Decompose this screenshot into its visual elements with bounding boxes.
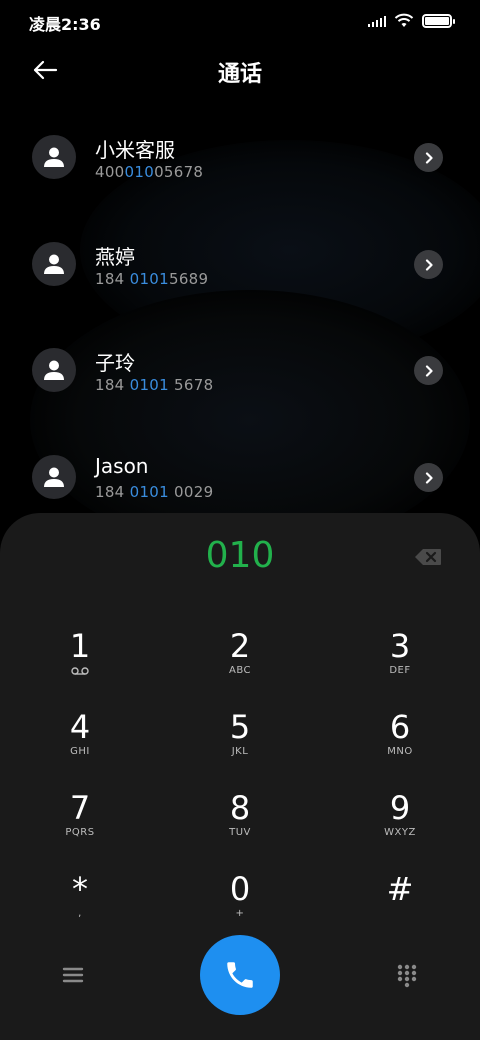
status-icons — [368, 13, 455, 28]
keypad-icon[interactable] — [396, 963, 418, 989]
chevron-right-icon — [425, 151, 433, 164]
phone-icon — [227, 962, 253, 988]
contact-number: 184 01015689 — [95, 270, 209, 288]
wifi-icon — [394, 13, 414, 27]
person-icon — [44, 254, 64, 274]
page-title: 通话 — [217, 62, 262, 87]
dialpad-panel: 010 1 2 ABC 3 DEF 4 GHI 5 JKL 6 MNO 7 PQ… — [0, 513, 480, 1040]
avatar — [32, 135, 76, 179]
dial-key-8[interactable]: 8 TUV — [180, 790, 300, 854]
avatar — [32, 242, 76, 286]
backspace-icon[interactable] — [414, 548, 442, 566]
contact-name: Jason — [95, 454, 149, 478]
person-icon — [44, 360, 64, 380]
header: 通话 — [0, 48, 480, 92]
contact-detail-button[interactable] — [414, 250, 443, 279]
contact-detail-button[interactable] — [414, 463, 443, 492]
person-icon — [44, 467, 64, 487]
contact-number: 184 0101 5678 — [95, 376, 214, 394]
dial-key-3[interactable]: 3 DEF — [340, 628, 460, 692]
contact-item[interactable]: 小米客服 40001005678 — [0, 130, 480, 210]
dial-key-star[interactable]: * , — [20, 871, 140, 935]
dial-key-0[interactable]: 0 + — [180, 871, 300, 935]
contact-name: 小米客服 — [95, 138, 175, 162]
contact-name: 燕婷 — [95, 245, 135, 269]
dial-key-7[interactable]: 7 PQRS — [20, 790, 140, 854]
call-button[interactable] — [200, 935, 280, 1015]
dial-key-6[interactable]: 6 MNO — [340, 709, 460, 773]
dialed-number-display[interactable]: 010 — [0, 535, 480, 576]
status-time: 凌晨2:36 — [29, 15, 101, 34]
dial-key-5[interactable]: 5 JKL — [180, 709, 300, 773]
avatar — [32, 348, 76, 392]
contact-detail-button[interactable] — [414, 143, 443, 172]
dial-key-2[interactable]: 2 ABC — [180, 628, 300, 692]
chevron-right-icon — [425, 471, 433, 484]
menu-icon[interactable] — [60, 963, 86, 987]
status-bar: 凌晨2:36 — [0, 0, 480, 40]
chevron-right-icon — [425, 364, 433, 377]
person-icon — [44, 147, 64, 167]
contact-name: 子玲 — [95, 351, 135, 375]
contact-item[interactable]: 子玲 184 0101 5678 — [0, 343, 480, 423]
dialpad-bottom-bar — [0, 935, 480, 1019]
dial-key-4[interactable]: 4 GHI — [20, 709, 140, 773]
signal-icon — [368, 15, 386, 27]
dial-key-hash[interactable]: # — [340, 871, 460, 935]
dial-key-1[interactable]: 1 — [20, 628, 140, 692]
voicemail-icon — [71, 667, 89, 675]
contact-number: 40001005678 — [95, 163, 204, 181]
chevron-right-icon — [425, 258, 433, 271]
battery-icon — [422, 13, 455, 28]
contact-number: 184 0101 0029 — [95, 483, 214, 501]
dial-key-9[interactable]: 9 WXYZ — [340, 790, 460, 854]
contact-item[interactable]: 燕婷 184 01015689 — [0, 237, 480, 317]
contact-detail-button[interactable] — [414, 356, 443, 385]
avatar — [32, 455, 76, 499]
